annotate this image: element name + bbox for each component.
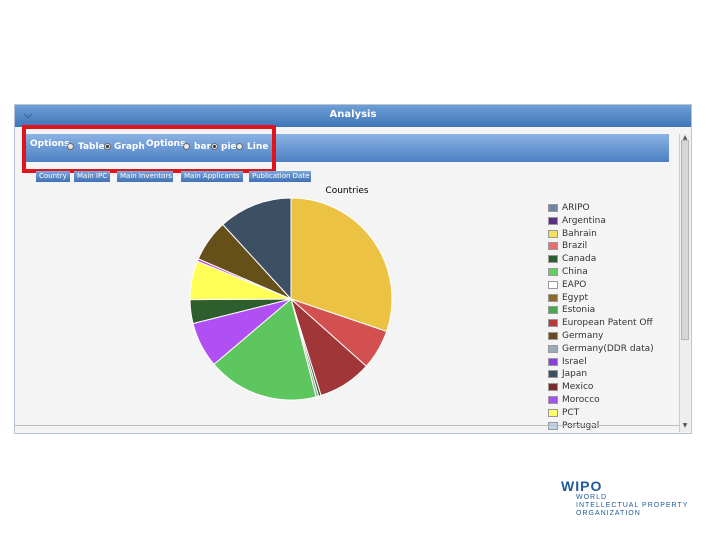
legend-swatch [548,280,558,289]
vertical-scrollbar[interactable]: ▲ ▼ [679,134,690,432]
legend-swatch [548,268,558,276]
legend-label: PCT [562,407,580,418]
legend-swatch [548,306,558,315]
main-ipc-button[interactable]: Main IPC [74,171,110,182]
legend-swatch [548,293,558,302]
logo-name: WIPO [561,478,603,494]
legend-swatch [548,255,558,264]
logo-line-2: INTELLECTUAL PROPERTY [576,502,689,509]
legend-label: Mexico [562,382,594,393]
scroll-thumb[interactable] [681,140,689,340]
main-applicants-button[interactable]: Main Applicants [181,171,243,182]
highlight-box [22,125,276,173]
legend-label: Germany [562,331,604,341]
legend-swatch [548,383,558,392]
legend-swatch [548,216,558,225]
panel-bottom-border [14,425,679,426]
legend-swatch [548,357,558,366]
legend-swatch [548,332,558,340]
wipo-logo: WIPO WORLD INTELLECTUAL PROPERTY ORGANIZ… [561,478,687,517]
legend-swatch [548,242,558,251]
chart-title: Countries [325,186,369,196]
panel-title: Analysis [329,109,377,120]
legend-swatch [548,319,558,328]
legend-label: Brazil [562,241,588,252]
legend-label: Canada [562,254,597,265]
legend-swatch [548,344,558,353]
legend-label: China [562,267,588,277]
legend-swatch [548,204,558,212]
legend-label: Portugal [562,421,599,432]
legend-label: ARIPO [562,203,590,213]
legend-swatch [548,370,558,379]
legend-label: Bahrain [562,228,597,239]
legend-label: Germany(DDR data) [562,343,654,354]
logo-line-3: ORGANIZATION [576,510,641,517]
legend-label: European Patent Off [562,318,653,329]
legend-label: Egypt [562,292,588,303]
legend-swatch [548,408,558,417]
legend-label: Israel [562,356,587,367]
legend-swatch [548,396,558,404]
logo-line-1: WORLD [576,494,608,501]
legend-label: Argentina [562,215,606,226]
legend-label: Morocco [562,395,600,405]
publication-date-button[interactable]: Publication Date [249,171,311,182]
country-button[interactable]: Country [36,171,70,182]
legend-label: Estonia [562,305,596,316]
legend-label: EAPO [562,279,587,290]
scroll-down-icon[interactable]: ▼ [681,422,689,430]
legend-label: Japan [562,369,588,380]
main-inventors-button[interactable]: Main Inventors [117,171,173,182]
legend-swatch [548,229,558,238]
analysis-title-bar: ⌵ Analysis [15,105,691,127]
